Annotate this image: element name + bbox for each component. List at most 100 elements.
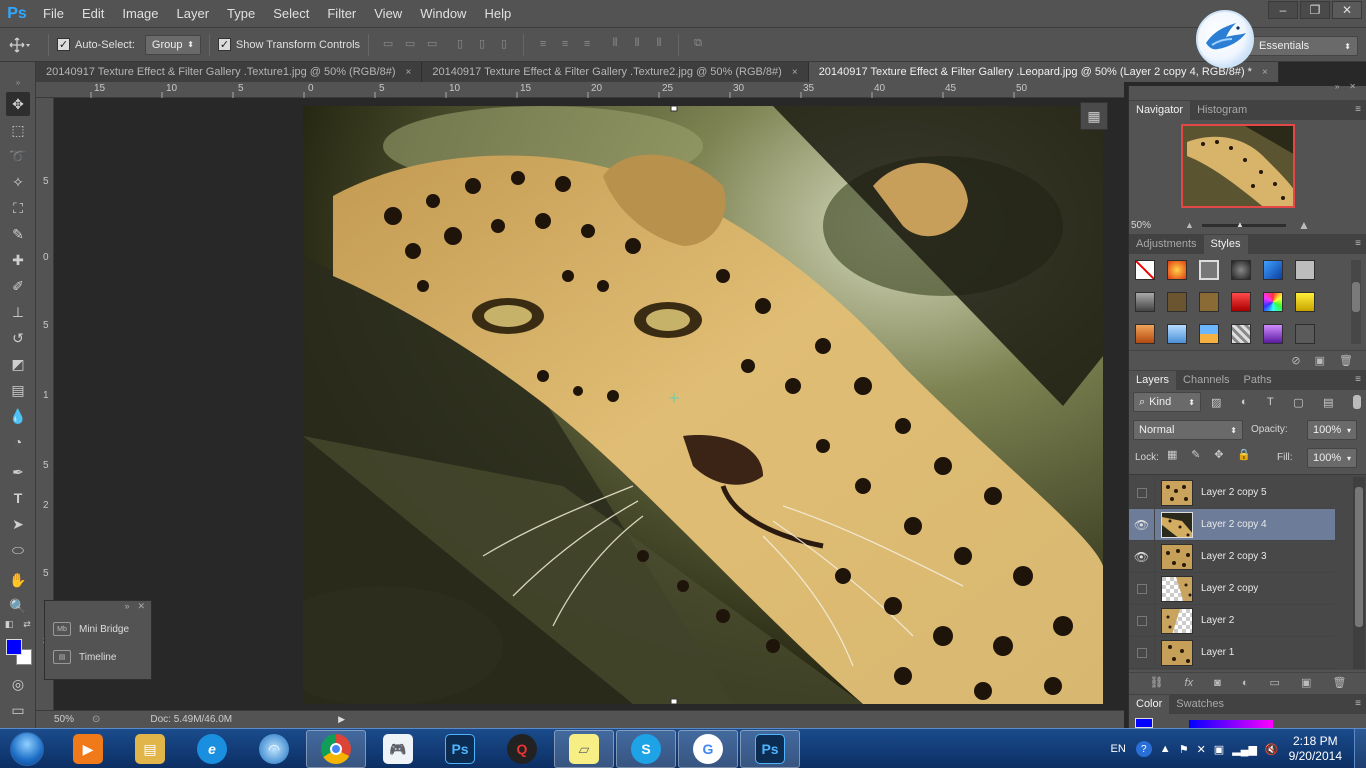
taskbar-games[interactable]: 🎮: [368, 730, 428, 768]
language-indicator[interactable]: EN: [1111, 743, 1126, 755]
taskbar-blue-sphere-app[interactable]: ◠: [244, 730, 304, 768]
taskbar-quicktime[interactable]: Q: [492, 730, 552, 768]
style-swatch[interactable]: [1135, 292, 1155, 312]
menu-image[interactable]: Image: [113, 0, 167, 28]
tab-channels[interactable]: Channels: [1176, 371, 1236, 390]
filter-smart-object-icon[interactable]: ▤: [1323, 396, 1333, 409]
style-swatch[interactable]: [1263, 292, 1283, 312]
close-icon[interactable]: ✕: [137, 601, 145, 615]
close-tab-icon[interactable]: ×: [1262, 67, 1268, 78]
workspace-dropdown[interactable]: Essentials ⬍: [1246, 36, 1358, 56]
zoom-tool-icon[interactable]: 🔍: [6, 594, 30, 618]
menu-select[interactable]: Select: [264, 0, 318, 28]
adjustment-layer-icon[interactable]: ◐: [1242, 677, 1249, 689]
color-panel-foreground-swatch[interactable]: [1135, 718, 1153, 728]
lock-position-icon[interactable]: ✥: [1214, 448, 1223, 461]
start-button[interactable]: [2, 730, 52, 768]
style-swatch[interactable]: [1199, 260, 1219, 280]
new-group-icon[interactable]: ▭: [1270, 676, 1280, 689]
tab-layers[interactable]: Layers: [1129, 371, 1177, 390]
distribute-bottom-edges-icon[interactable]: ≡: [576, 34, 598, 54]
menu-file[interactable]: File: [34, 0, 73, 28]
eraser-tool-icon[interactable]: ◩: [6, 352, 30, 376]
tray-app-icon[interactable]: ✕: [1197, 743, 1206, 756]
tab-navigator[interactable]: Navigator: [1129, 101, 1191, 120]
taskbar-internet-explorer[interactable]: e: [182, 730, 242, 768]
eye-icon[interactable]: 👁: [1129, 540, 1155, 573]
show-transform-option[interactable]: ✓ Show Transform Controls: [217, 38, 360, 51]
taskbar-chrome[interactable]: [306, 730, 366, 768]
foreground-color-swatch[interactable]: [6, 639, 22, 655]
taskbar-photoshop[interactable]: Ps: [430, 730, 490, 768]
move-tool-preset-icon[interactable]: [0, 30, 40, 60]
delete-layer-icon[interactable]: 🗑: [1332, 676, 1346, 689]
style-swatch[interactable]: [1231, 260, 1251, 280]
style-swatch[interactable]: [1199, 292, 1219, 312]
show-hidden-icons[interactable]: ▲: [1160, 743, 1171, 755]
zoom-level[interactable]: 50%: [54, 714, 84, 725]
panel-menu-icon[interactable]: ≡: [1355, 698, 1361, 709]
navigator-thumbnail[interactable]: [1181, 124, 1295, 208]
filter-toggle-icon[interactable]: [1352, 395, 1361, 409]
styles-scrollbar[interactable]: [1351, 260, 1361, 344]
layer-row[interactable]: Layer 2 copy: [1129, 572, 1335, 605]
default-colors-icon[interactable]: ◧: [2, 618, 16, 630]
quick-mask-icon[interactable]: ◎: [6, 672, 30, 696]
status-info-icon[interactable]: ⊙: [92, 714, 100, 725]
link-layers-icon[interactable]: ⛓: [1150, 676, 1164, 689]
clear-style-icon[interactable]: ⊘: [1291, 354, 1300, 367]
layer-row[interactable]: Layer 1: [1129, 636, 1335, 669]
tab-paths[interactable]: Paths: [1237, 371, 1279, 390]
distribute-top-edges-icon[interactable]: ≡: [532, 34, 554, 54]
menu-help[interactable]: Help: [475, 0, 520, 28]
panel-menu-icon[interactable]: ≡: [1355, 104, 1361, 115]
layer-row-selected[interactable]: 👁 Layer 2 copy 4: [1129, 508, 1335, 541]
style-swatch[interactable]: [1295, 324, 1315, 344]
panel-menu-icon[interactable]: ≡: [1355, 238, 1361, 249]
tab-color[interactable]: Color: [1129, 695, 1170, 714]
lock-transparent-pixels-icon[interactable]: ▦: [1167, 448, 1177, 461]
hand-tool-icon[interactable]: ✋: [6, 568, 30, 592]
align-left-edges-icon[interactable]: ▯: [449, 34, 471, 54]
close-dock-icon[interactable]: ✕: [1349, 82, 1356, 91]
canvas-area[interactable]: » ✕ ▦: [54, 98, 1124, 710]
panel-menu-icon[interactable]: ≡: [1355, 374, 1361, 385]
auto-select-option[interactable]: ✓ Auto-Select:: [57, 38, 135, 51]
opacity-input[interactable]: 100% ▾: [1307, 420, 1357, 440]
blend-mode-dropdown[interactable]: Normal ⬍: [1133, 420, 1243, 440]
scrollbar-thumb[interactable]: [1355, 487, 1363, 627]
restore-button[interactable]: ❐: [1300, 1, 1330, 19]
rectangular-marquee-tool-icon[interactable]: ⬚: [6, 118, 30, 142]
auto-align-layers-icon[interactable]: ⧉: [687, 34, 709, 54]
scrollbar-thumb[interactable]: [1352, 282, 1360, 312]
minimize-button[interactable]: –: [1268, 1, 1298, 19]
color-slider-track[interactable]: [1189, 720, 1273, 728]
expand-icon[interactable]: »: [124, 601, 129, 615]
fx-icon[interactable]: fx: [1185, 677, 1194, 689]
dodge-tool-icon[interactable]: ◔: [6, 430, 30, 454]
ellipse-tool-icon[interactable]: ⬭: [6, 538, 30, 562]
magic-wand-tool-icon[interactable]: ✧: [6, 170, 30, 194]
filter-adjustment-icon[interactable]: ◐: [1241, 396, 1248, 408]
new-layer-icon[interactable]: ▣: [1301, 676, 1311, 689]
mini-bridge-button[interactable]: Mb Mini Bridge: [45, 615, 151, 643]
style-swatch[interactable]: [1295, 260, 1315, 280]
chevron-down-icon[interactable]: ▾: [1347, 426, 1351, 435]
show-desktop-button[interactable]: [1354, 729, 1366, 768]
zoom-out-icon[interactable]: ▲: [1185, 220, 1194, 230]
collapse-dock-icon[interactable]: »: [1335, 82, 1339, 91]
tab-styles[interactable]: Styles: [1203, 235, 1248, 254]
layer-row[interactable]: Layer 2: [1129, 604, 1335, 637]
move-tool-icon[interactable]: ✥: [6, 92, 30, 116]
tab-texture1[interactable]: 20140917 Texture Effect & Filter Gallery…: [36, 62, 423, 82]
clone-stamp-tool-icon[interactable]: ⊥: [6, 300, 30, 324]
layer-row[interactable]: Layer 2 copy 5: [1129, 476, 1335, 509]
filter-shape-icon[interactable]: ▢: [1293, 396, 1303, 409]
taskbar-skype[interactable]: S: [616, 730, 676, 768]
add-mask-icon[interactable]: ◙: [1214, 677, 1221, 689]
filter-pixel-icon[interactable]: ▨: [1211, 396, 1221, 409]
align-top-edges-icon[interactable]: ▭: [377, 34, 399, 54]
slider-thumb-icon[interactable]: ▲: [1236, 220, 1244, 229]
healing-brush-tool-icon[interactable]: ✚: [6, 248, 30, 272]
style-swatch[interactable]: [1231, 324, 1251, 344]
